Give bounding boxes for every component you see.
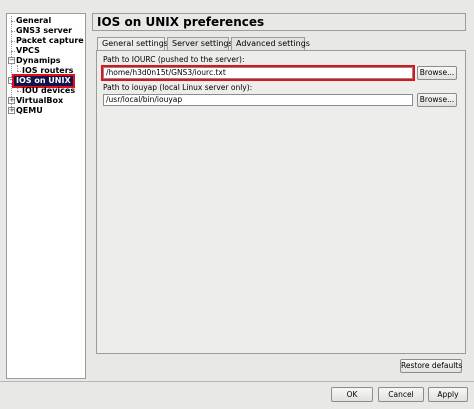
- tree-connector: [11, 21, 15, 22]
- tab-advanced-settings[interactable]: Advanced settings: [231, 37, 310, 50]
- iourc-browse-button[interactable]: Browse...: [417, 66, 457, 80]
- sidebar-item-iou-devices[interactable]: IOU devices: [22, 86, 75, 96]
- iourc-path-input[interactable]: /home/h3d0n15t/GNS3/iourc.txt: [101, 65, 415, 81]
- sidebar-item-qemu[interactable]: QEMU: [16, 106, 43, 116]
- tree-connector: [11, 41, 15, 42]
- sidebar-item-gns3-server[interactable]: GNS3 server: [16, 26, 72, 36]
- apply-button[interactable]: Apply: [428, 387, 468, 402]
- ok-button[interactable]: OK: [331, 387, 373, 402]
- iouyap-browse-button[interactable]: Browse...: [417, 93, 457, 107]
- preferences-tree[interactable]: General GNS3 server Packet capture VPCS …: [6, 13, 86, 379]
- expand-icon[interactable]: +: [8, 97, 15, 104]
- sidebar-item-packet-capture[interactable]: Packet capture: [16, 36, 84, 46]
- expand-icon[interactable]: +: [8, 107, 15, 114]
- dialog-divider: [0, 381, 474, 382]
- tree-connector: [11, 31, 15, 32]
- sidebar-item-general[interactable]: General: [16, 16, 51, 26]
- iourc-path-label: Path to IOURC (pushed to the server):: [103, 55, 245, 64]
- page-title: IOS on UNIX preferences: [92, 13, 466, 31]
- tab-server-settings[interactable]: Server settings: [167, 37, 233, 50]
- sidebar-item-dynamips[interactable]: Dynamips: [16, 56, 61, 66]
- cancel-button[interactable]: Cancel: [378, 387, 424, 402]
- iouyap-path-label: Path to iouyap (local Linux server only)…: [103, 83, 253, 92]
- iouyap-path-input[interactable]: /usr/local/bin/iouyap: [103, 94, 413, 106]
- sidebar-item-vpcs[interactable]: VPCS: [16, 46, 40, 56]
- tab-general-settings[interactable]: General settings: [97, 37, 168, 51]
- tree-connector: [17, 71, 21, 72]
- sidebar-item-ios-routers[interactable]: IOS routers: [22, 66, 73, 76]
- sidebar-item-virtualbox[interactable]: VirtualBox: [16, 96, 63, 106]
- general-settings-panel: Path to IOURC (pushed to the server): /h…: [96, 50, 466, 354]
- sidebar-item-ios-on-unix[interactable]: IOS on UNIX: [12, 74, 75, 88]
- restore-defaults-button[interactable]: Restore defaults: [400, 359, 462, 373]
- tree-connector: [11, 51, 15, 52]
- tree-connector: [17, 91, 21, 92]
- collapse-icon[interactable]: −: [8, 57, 15, 64]
